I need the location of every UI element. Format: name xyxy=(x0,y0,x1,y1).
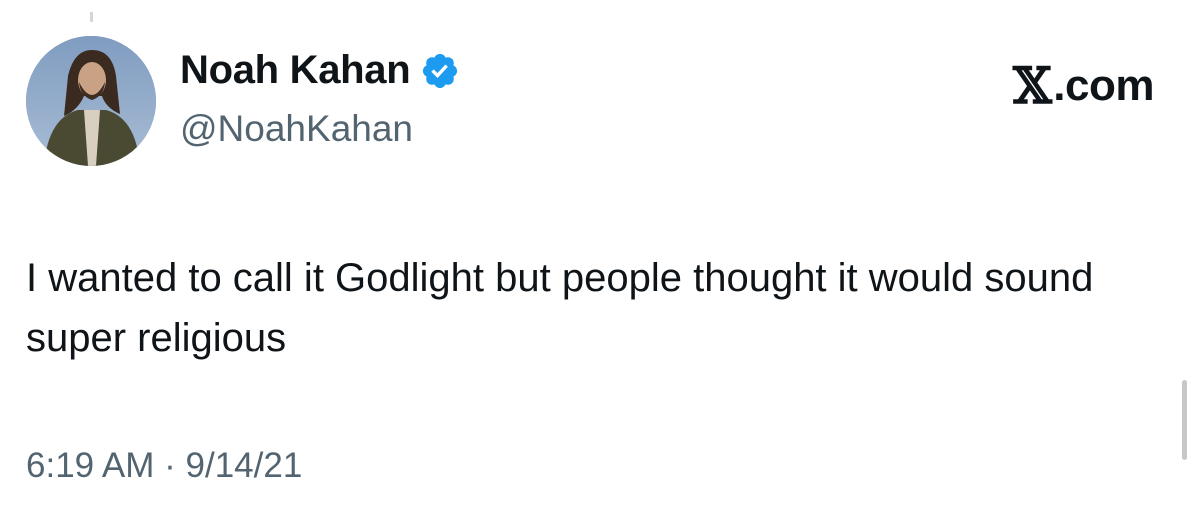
drag-handle xyxy=(90,12,93,22)
avatar-image xyxy=(26,36,156,166)
brand-suffix: .com xyxy=(1053,60,1154,110)
author-display-name[interactable]: Noah Kahan xyxy=(180,48,411,93)
author-handle[interactable]: @NoahKahan xyxy=(180,108,413,150)
brand-watermark: 𝕏 .com xyxy=(1013,56,1154,115)
author-name-row: Noah Kahan xyxy=(180,48,460,93)
tweet-card: Noah Kahan @NoahKahan 𝕏 .com I wanted to … xyxy=(0,0,1200,510)
avatar[interactable] xyxy=(26,36,156,166)
verified-badge-icon xyxy=(420,51,460,91)
tweet-timestamp[interactable]: 6:19 AM · 9/14/21 xyxy=(26,446,302,486)
x-logo-icon: 𝕏 xyxy=(1013,56,1052,115)
scrollbar[interactable] xyxy=(1182,380,1187,460)
tweet-text: I wanted to call it Godlight but people … xyxy=(26,256,1094,360)
